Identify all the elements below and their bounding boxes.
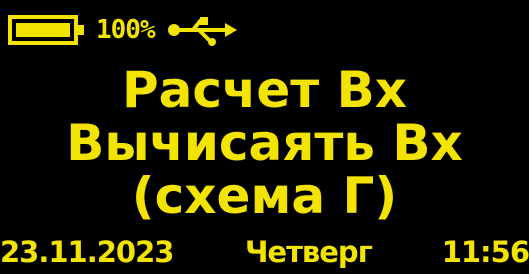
- main-line-3: (схема Г): [131, 167, 398, 225]
- footer-date: 23.11.2023: [0, 235, 174, 269]
- main-line-2: Вычисаять Вх: [66, 114, 463, 172]
- footer-weekday: Четверг: [245, 235, 373, 269]
- footer-time: 11:56: [441, 235, 529, 269]
- main-line-1: Расчет Вх: [121, 61, 407, 119]
- footer-bar: 23.11.2023 Четверг 11:56: [0, 230, 529, 274]
- usb-icon: [165, 13, 239, 47]
- battery-percent-text: 100%: [96, 15, 156, 45]
- battery-full-icon: [8, 15, 86, 45]
- status-bar: 100%: [8, 10, 239, 50]
- main-message: Расчет Вх Вычисаять Вх (схема Г): [0, 64, 529, 224]
- device-screen: 100% Расчет Вх Вычисаять Вх (схема Г) 23…: [0, 0, 529, 274]
